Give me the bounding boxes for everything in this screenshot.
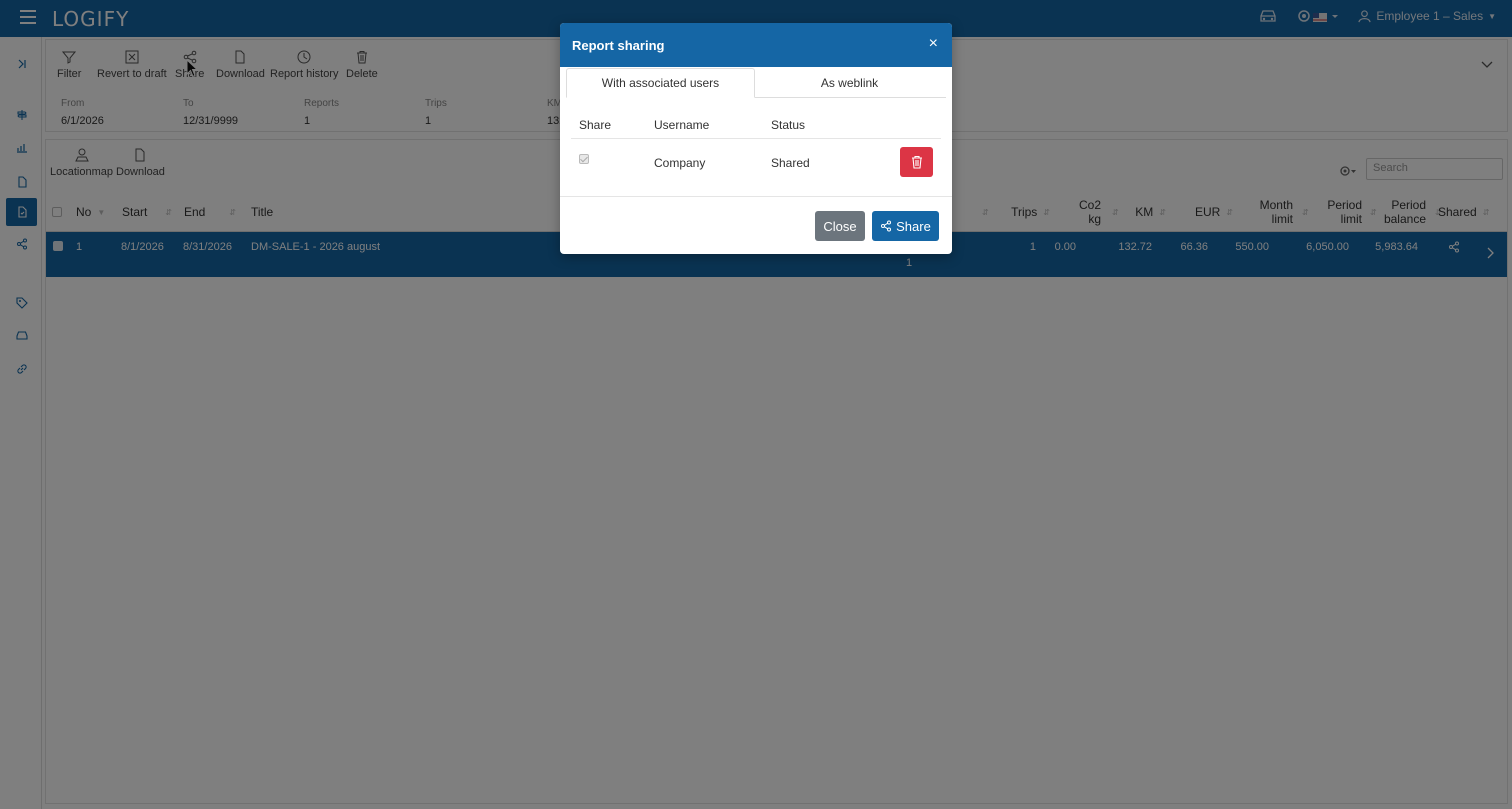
col-status: Status	[771, 118, 806, 132]
col-username: Username	[654, 118, 710, 132]
dialog-header: Report sharing ×	[560, 23, 952, 67]
tab-weblink[interactable]: As weblink	[755, 68, 944, 98]
share-icon	[881, 220, 892, 232]
delete-share-button[interactable]	[900, 147, 933, 177]
report-sharing-dialog: Report sharing × With associated users A…	[560, 23, 952, 254]
sharing-table-row: Company Shared	[571, 139, 941, 185]
cell-status: Shared	[771, 156, 810, 170]
col-share: Share	[579, 118, 612, 132]
share-submit-button[interactable]: Share	[872, 211, 939, 241]
sharing-table-header: Share Username Status	[571, 111, 941, 139]
close-icon[interactable]: ×	[929, 35, 938, 53]
dialog-title: Report sharing	[572, 37, 665, 53]
cell-username: Company	[654, 156, 706, 170]
share-submit-label: Share	[896, 218, 931, 234]
share-checkbox[interactable]	[579, 154, 589, 164]
trash-icon	[911, 155, 922, 169]
tab-associated-users[interactable]: With associated users	[566, 68, 755, 98]
sharing-tabs: With associated users As weblink	[566, 68, 946, 98]
dialog-footer: Close Share	[560, 196, 952, 254]
close-button[interactable]: Close	[815, 211, 865, 241]
